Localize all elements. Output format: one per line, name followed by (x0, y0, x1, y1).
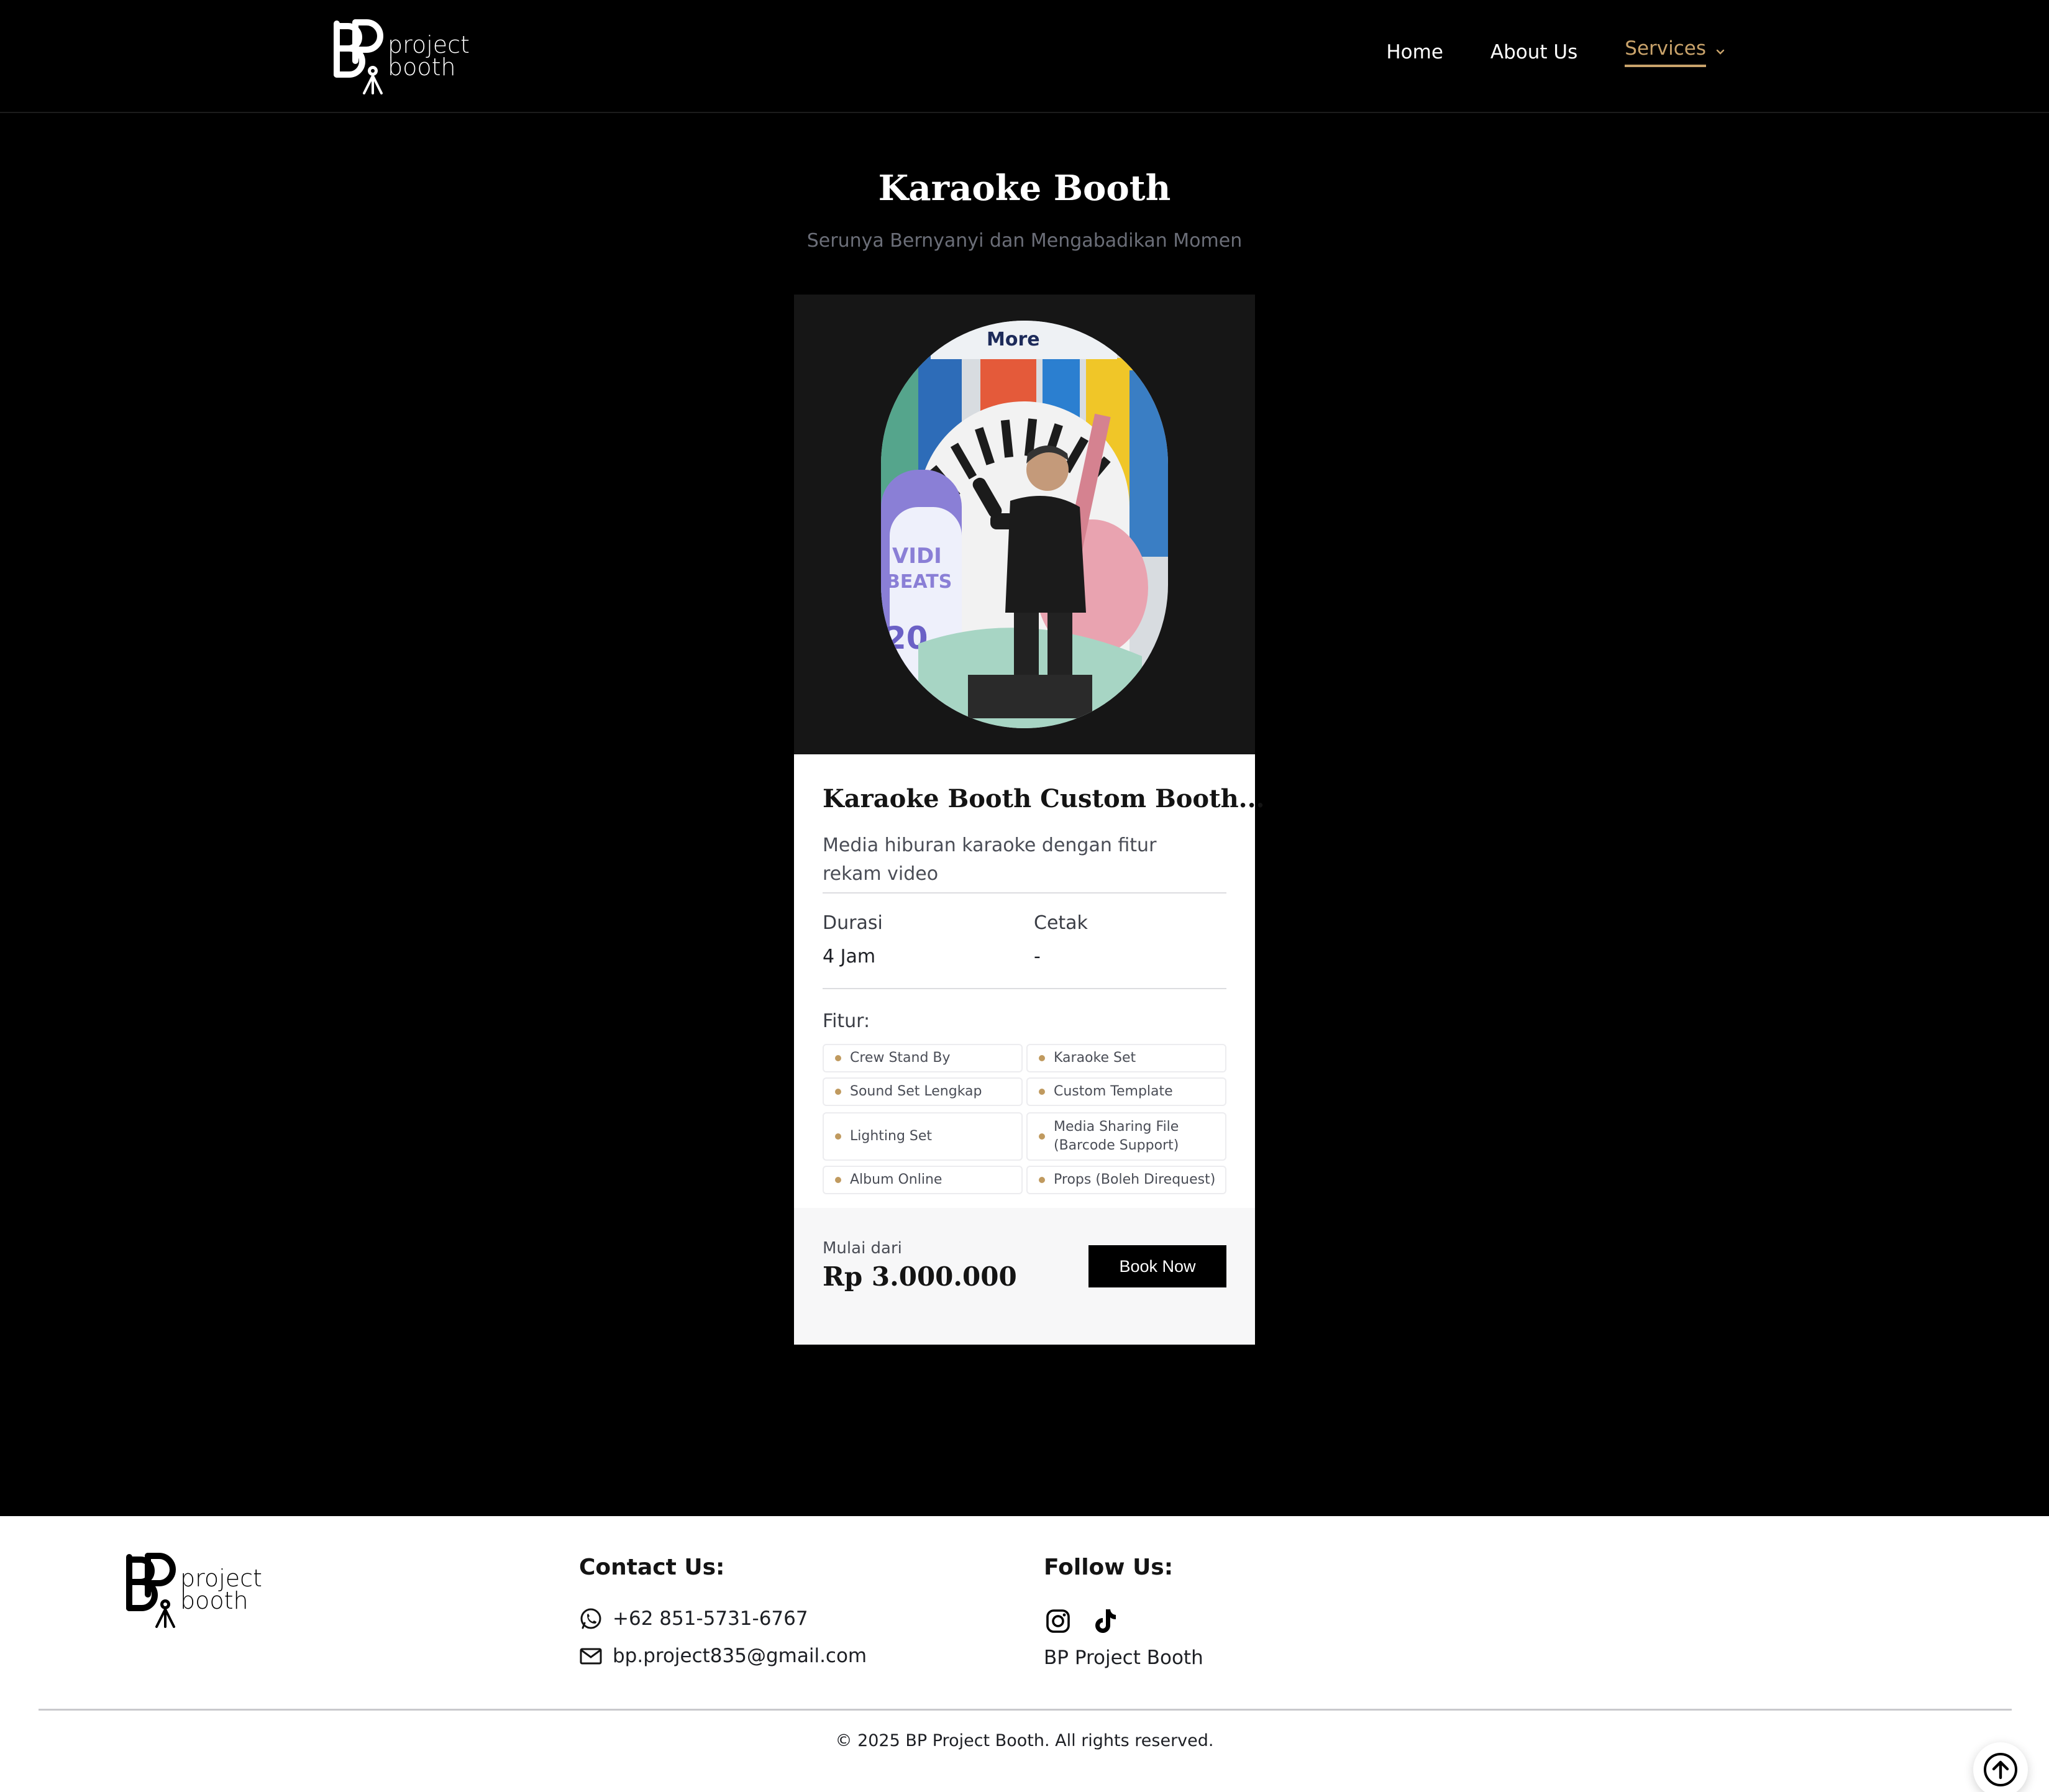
copyright: © 2025 BP Project Booth. All rights rese… (835, 1731, 1214, 1750)
social-brand-name: BP Project Booth (1044, 1647, 1203, 1669)
logo-word-booth: booth (388, 53, 456, 81)
svg-text:VIDI: VIDI (892, 544, 942, 569)
bp-logo-icon (126, 1553, 176, 1628)
instagram-icon[interactable] (1044, 1607, 1072, 1635)
bullet-icon (835, 1055, 841, 1061)
email-link[interactable]: bp.project835@gmail.com (579, 1644, 867, 1668)
top-navbar: project booth Home About Us Services (0, 0, 2049, 113)
logo-word-project: project (180, 1565, 262, 1592)
social-links (1044, 1607, 1138, 1635)
nav-services-label: Services (1625, 37, 1706, 67)
nav-about-label: About Us (1490, 41, 1578, 63)
svg-text:BEATS: BEATS (886, 571, 952, 593)
nav-home[interactable]: Home (1386, 41, 1443, 63)
print-label: Cetak (1034, 912, 1088, 934)
feature-chip: Custom Template (1026, 1077, 1226, 1106)
scroll-to-top-button[interactable] (1973, 1742, 2028, 1792)
logo-word-project: project (388, 31, 470, 58)
print-value: - (1034, 946, 1041, 967)
duration-value: 4 Jam (823, 946, 876, 967)
nav-services[interactable]: Services (1625, 37, 1726, 67)
arrow-up-circle-icon (1984, 1753, 2017, 1786)
nav-about-us[interactable]: About Us (1490, 41, 1577, 63)
logo-word-booth: booth (180, 1587, 249, 1614)
bullet-icon (1039, 1089, 1045, 1095)
card-footer: Mulai dari Rp 3.000.000 Book Now (794, 1208, 1255, 1345)
phone-link[interactable]: +62 851-5731-6767 (579, 1607, 808, 1630)
mail-icon (580, 1648, 602, 1665)
karaoke-photo: More VIDI BEATS 20 (881, 321, 1168, 728)
svg-text:More: More (987, 329, 1040, 350)
book-now-button[interactable]: Book Now (1088, 1245, 1226, 1287)
bp-logo-icon (334, 19, 383, 94)
footer-logo[interactable]: project booth (116, 1551, 262, 1628)
karaoke-photo-illustration: More VIDI BEATS 20 (881, 321, 1168, 728)
nav-home-label: Home (1386, 41, 1443, 63)
divider (823, 892, 1226, 894)
site-logo[interactable]: project booth (323, 17, 470, 94)
contact-heading: Contact Us: (579, 1555, 725, 1580)
feature-text: Sound Set Lengkap (850, 1084, 982, 1099)
bullet-icon (1039, 1055, 1045, 1061)
card-body: Karaoke Booth Custom Booth... Media hibu… (794, 754, 1264, 1208)
feature-chip: Props (Boleh Direquest) (1026, 1166, 1226, 1194)
feature-text: Media Sharing File (Barcode Support) (1054, 1119, 1179, 1153)
feature-chip: Crew Stand By (823, 1044, 1023, 1072)
page-subtitle: Serunya Bernyanyi dan Mengabadikan Momen (806, 230, 1243, 252)
phone-number: +62 851-5731-6767 (613, 1607, 808, 1630)
follow-heading: Follow Us: (1044, 1555, 1174, 1580)
price-label: Mulai dari (823, 1239, 902, 1258)
feature-text: Album Online (850, 1172, 942, 1187)
whatsapp-icon (580, 1608, 601, 1629)
card-description: Media hiburan karaoke dengan fitur rekam… (823, 834, 1157, 885)
chevron-down-icon (1716, 49, 1725, 55)
bullet-icon (1039, 1177, 1045, 1183)
feature-text: Karaoke Set (1054, 1050, 1136, 1066)
feature-text: Crew Stand By (850, 1050, 951, 1066)
feature-chip: Lighting Set (823, 1112, 1023, 1161)
tiktok-icon[interactable] (1091, 1607, 1120, 1635)
feature-chip: Album Online (823, 1166, 1023, 1194)
service-card: More VIDI BEATS 20 Karaoke Booth Custom … (794, 295, 1264, 1345)
features-label: Fitur: (823, 1010, 870, 1032)
card-media: More VIDI BEATS 20 (794, 295, 1255, 754)
main-nav: Home About Us Services (1339, 37, 1726, 67)
page-title: Karaoke Booth (878, 168, 1171, 209)
duration-label: Durasi (823, 912, 883, 934)
bullet-icon (1039, 1133, 1045, 1140)
feature-text: Lighting Set (850, 1128, 933, 1144)
bullet-icon (835, 1133, 841, 1140)
card-title: Karaoke Booth Custom Booth... (823, 784, 1265, 813)
feature-text: Props (Boleh Direquest) (1054, 1172, 1216, 1187)
bullet-icon (835, 1177, 841, 1183)
footer-divider (39, 1709, 2012, 1711)
bullet-icon (835, 1089, 841, 1095)
price-value: Rp 3.000.000 (823, 1261, 1017, 1292)
feature-chip: Karaoke Set (1026, 1044, 1226, 1072)
feature-chip: Media Sharing File (Barcode Support) (1026, 1112, 1226, 1161)
email-address: bp.project835@gmail.com (613, 1645, 867, 1667)
divider (823, 988, 1226, 989)
feature-chip: Sound Set Lengkap (823, 1077, 1023, 1106)
site-footer: project booth Contact Us: +62 851-5731-6… (0, 1516, 2049, 1792)
feature-text: Custom Template (1054, 1084, 1173, 1099)
